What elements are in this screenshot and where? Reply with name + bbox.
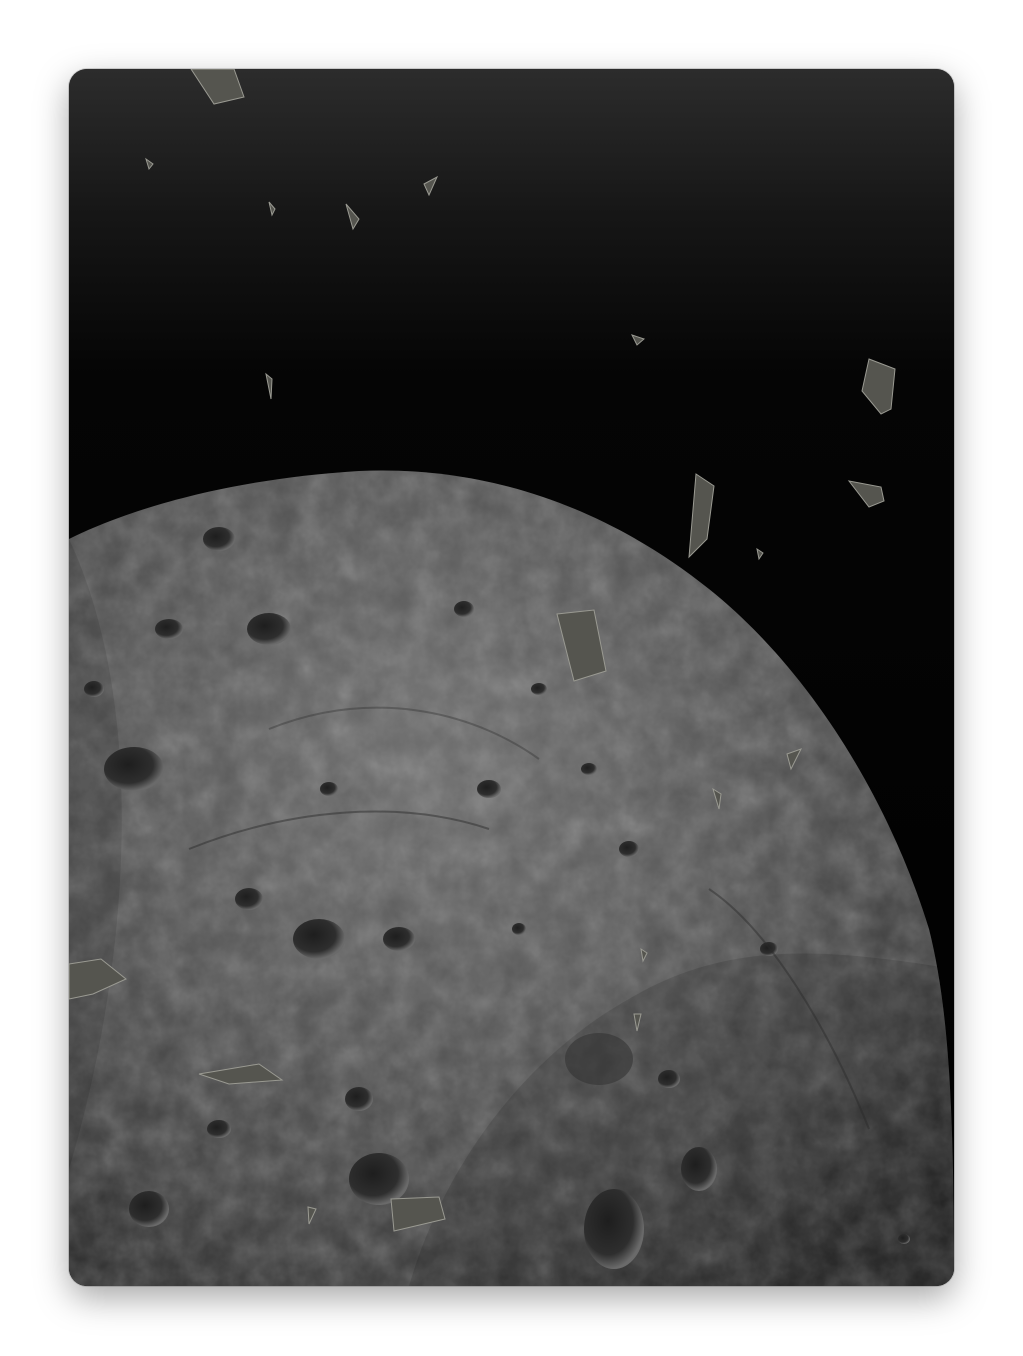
viewport-window[interactable] <box>69 69 954 1286</box>
space-scene-canvas[interactable] <box>69 69 954 1286</box>
